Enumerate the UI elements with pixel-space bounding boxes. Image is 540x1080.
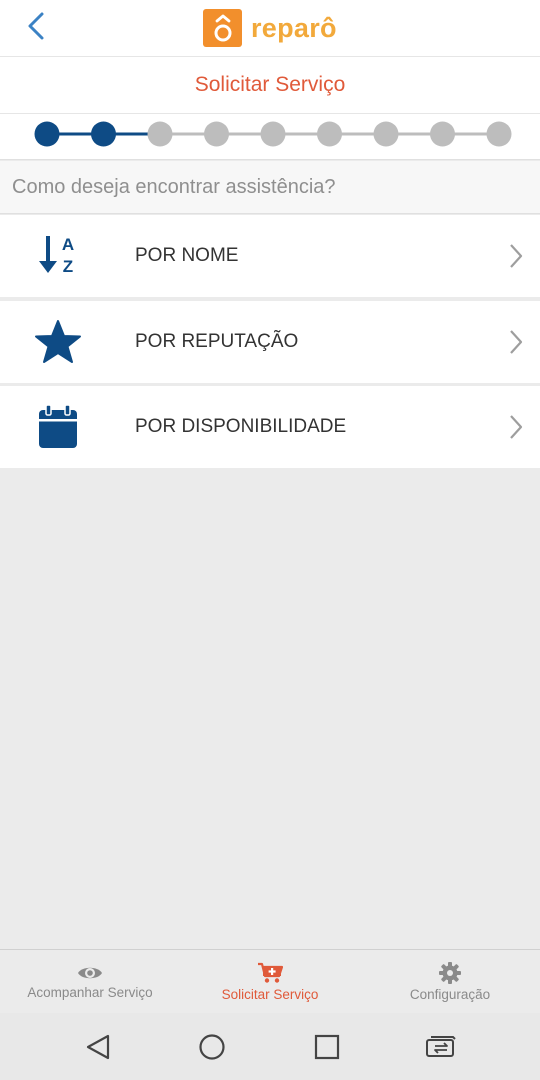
cart-plus-icon bbox=[258, 962, 283, 983]
step-dot bbox=[147, 121, 173, 147]
step-dot bbox=[204, 121, 229, 147]
system-switch-button[interactable] bbox=[423, 1029, 459, 1065]
reparo-logo-icon bbox=[203, 9, 242, 47]
eye-icon bbox=[78, 967, 102, 979]
svg-text:Z: Z bbox=[63, 257, 73, 276]
question-header: Como deseja encontrar assistência? bbox=[0, 161, 540, 214]
square-recents-icon bbox=[314, 1034, 340, 1060]
step-dot bbox=[317, 121, 342, 147]
top-bar: reparô bbox=[0, 0, 540, 57]
system-home-button[interactable] bbox=[194, 1029, 230, 1065]
calendar-icon bbox=[33, 402, 83, 452]
option-by-reputation[interactable]: POR REPUTAÇÃO bbox=[0, 301, 540, 383]
step-dot bbox=[260, 121, 286, 147]
step-dot bbox=[373, 121, 399, 147]
question-text: Como deseja encontrar assistência? bbox=[12, 175, 336, 198]
system-navigation-bar bbox=[0, 1013, 540, 1080]
option-by-name[interactable]: A Z POR NOME bbox=[0, 215, 540, 297]
step-dot bbox=[91, 121, 116, 147]
chevron-right-icon bbox=[506, 412, 526, 442]
gear-icon bbox=[439, 962, 461, 984]
option-label: POR DISPONIBILIDADE bbox=[135, 416, 347, 437]
logo-text: reparô bbox=[251, 12, 337, 43]
option-by-availability[interactable]: POR DISPONIBILIDADE bbox=[0, 386, 540, 468]
svg-text:A: A bbox=[62, 235, 74, 254]
nav-item-solicitar[interactable]: Solicitar Serviço bbox=[180, 950, 360, 1014]
nav-label: Acompanhar Serviço bbox=[27, 985, 153, 1000]
page-title: Solicitar Serviço bbox=[194, 73, 346, 96]
system-recents-button[interactable] bbox=[309, 1029, 345, 1065]
triangle-back-icon bbox=[86, 1034, 110, 1060]
system-back-button[interactable] bbox=[80, 1029, 116, 1065]
screen-switch-icon bbox=[426, 1036, 456, 1057]
sort-alpha-icon: A Z bbox=[33, 231, 83, 281]
step-dot bbox=[486, 121, 512, 147]
app-logo: reparô bbox=[203, 9, 337, 47]
option-label: POR NOME bbox=[135, 245, 239, 266]
nav-item-acompanhar[interactable]: Acompanhar Serviço bbox=[0, 950, 180, 1014]
circle-home-icon bbox=[199, 1034, 225, 1060]
bottom-navigation: Acompanhar Serviço Solicitar Serviço Con… bbox=[0, 949, 540, 1013]
chevron-left-icon bbox=[28, 12, 44, 40]
step-dot bbox=[34, 121, 60, 147]
nav-label: Configuração bbox=[409, 987, 491, 1002]
chevron-right-icon bbox=[506, 327, 526, 357]
nav-label: Solicitar Serviço bbox=[221, 987, 319, 1002]
title-bar: Solicitar Serviço bbox=[0, 57, 540, 114]
back-button[interactable] bbox=[18, 8, 54, 44]
option-label: POR REPUTAÇÃO bbox=[135, 331, 299, 352]
step-dot bbox=[430, 121, 455, 147]
nav-item-configuracao[interactable]: Configuração bbox=[360, 950, 540, 1014]
chevron-right-icon bbox=[506, 241, 526, 271]
progress-stepper bbox=[0, 114, 540, 160]
star-icon bbox=[33, 317, 83, 367]
